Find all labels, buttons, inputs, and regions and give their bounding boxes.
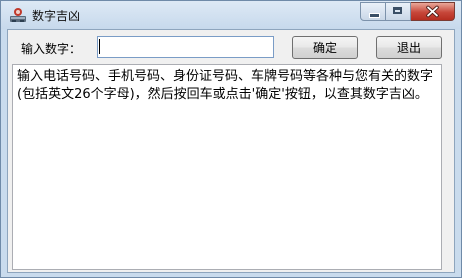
exit-button[interactable]: 退出 [376,36,442,59]
app-window: 数字吉凶 输入数字： 确定 退出 输入电话号码、手机号码、身份证号码、车牌号码等… [0,0,462,278]
number-input-label: 输入数字： [21,42,82,56]
text-caret [99,39,100,54]
number-input[interactable] [97,36,274,58]
close-button[interactable] [411,2,455,21]
minimize-icon [369,13,380,18]
window-title: 数字吉凶 [32,9,81,23]
ok-button[interactable]: 确定 [292,36,358,59]
minimize-button[interactable] [360,2,386,21]
title-bar[interactable]: 数字吉凶 [1,1,461,29]
close-icon [426,5,439,18]
app-icon [10,8,26,22]
right-strip [444,64,452,270]
maximize-icon [393,7,402,14]
caption-buttons [360,2,455,22]
maximize-button[interactable] [386,2,411,21]
result-textarea[interactable]: 输入电话号码、手机号码、身份证号码、车牌号码等各种与您有关的数字(包括英文26个… [12,64,442,270]
client-area: 输入数字： 确定 退出 输入电话号码、手机号码、身份证号码、车牌号码等各种与您有… [7,29,455,273]
